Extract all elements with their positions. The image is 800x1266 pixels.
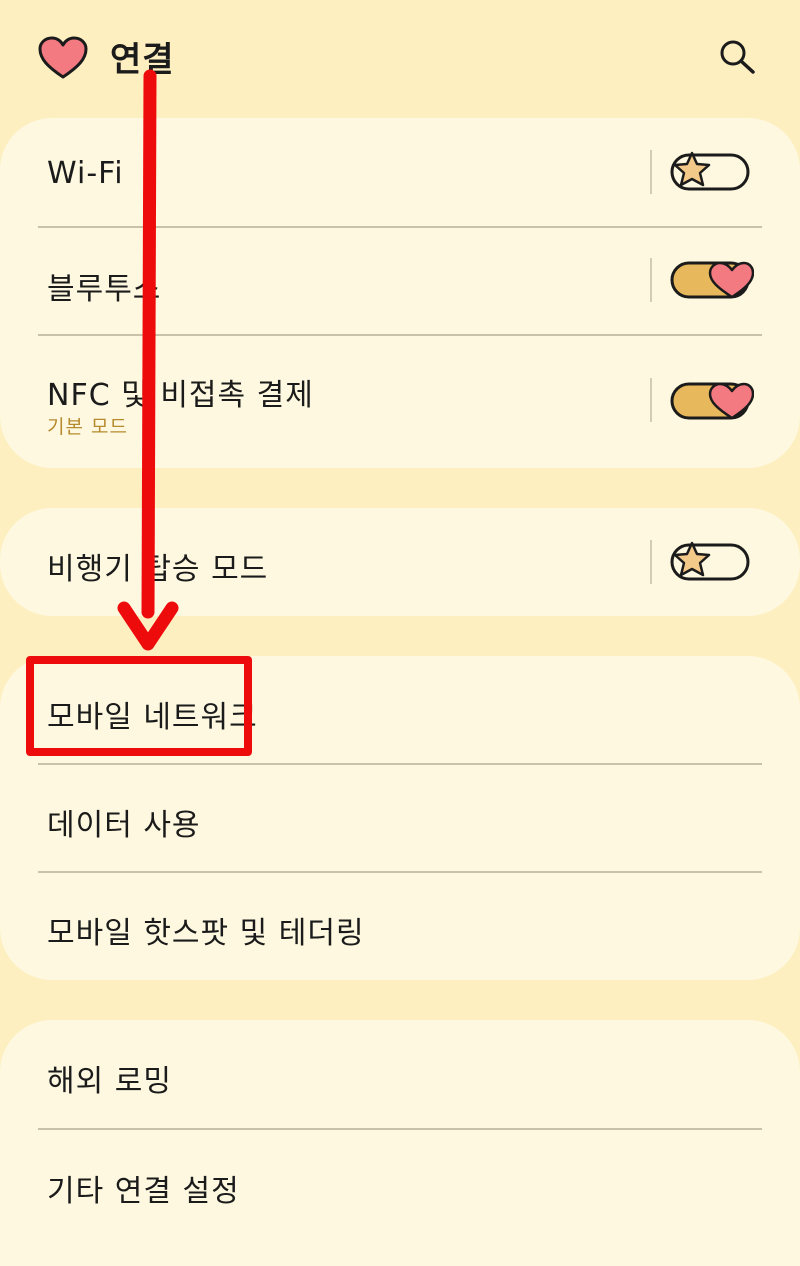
separator bbox=[650, 150, 652, 194]
heart-icon bbox=[38, 36, 88, 79]
data-usage-label: 데이터 사용 bbox=[47, 808, 201, 843]
separator bbox=[650, 258, 652, 302]
app-header: 연결 bbox=[0, 0, 800, 112]
search-icon[interactable] bbox=[716, 36, 758, 76]
airplane-label: 비행기 탑승 모드 bbox=[47, 552, 269, 587]
airplane-card: 비행기 탑승 모드 bbox=[0, 508, 800, 616]
roaming-label: 해외 로밍 bbox=[47, 1064, 172, 1099]
roaming-row[interactable]: 해외 로밍 bbox=[0, 1020, 800, 1128]
airplane-row[interactable]: 비행기 탑승 모드 bbox=[0, 508, 800, 616]
airplane-toggle[interactable] bbox=[670, 541, 754, 583]
wifi-row[interactable]: Wi-Fi bbox=[0, 118, 800, 226]
separator bbox=[650, 378, 652, 422]
annotation-highlight-box bbox=[26, 656, 252, 756]
hotspot-row[interactable]: 모바일 핫스팟 및 테더링 bbox=[0, 873, 800, 980]
data-usage-row[interactable]: 데이터 사용 bbox=[0, 765, 800, 871]
nfc-row[interactable]: NFC 및 비접촉 결제 기본 모드 bbox=[0, 336, 800, 468]
other-settings-label: 기타 연결 설정 bbox=[47, 1174, 240, 1209]
hotspot-label: 모바일 핫스팟 및 테더링 bbox=[47, 916, 365, 951]
nfc-label: NFC 및 비접촉 결제 bbox=[47, 378, 314, 413]
wifi-toggle[interactable] bbox=[670, 151, 754, 193]
connections-card: Wi-Fi 블루투스 NFC 및 비접촉 결제 기본 모드 bbox=[0, 118, 800, 468]
other-settings-row[interactable]: 기타 연결 설정 bbox=[0, 1130, 800, 1240]
page-title: 연결 bbox=[110, 40, 175, 80]
separator bbox=[650, 540, 652, 584]
bluetooth-label: 블루투스 bbox=[47, 272, 162, 307]
bluetooth-row[interactable]: 블루투스 bbox=[0, 228, 800, 334]
bluetooth-toggle[interactable] bbox=[670, 259, 754, 301]
roaming-card: 해외 로밍 기타 연결 설정 bbox=[0, 1020, 800, 1266]
nfc-toggle[interactable] bbox=[670, 380, 754, 422]
wifi-label: Wi-Fi bbox=[47, 156, 124, 191]
nfc-sublabel: 기본 모드 bbox=[47, 416, 128, 438]
